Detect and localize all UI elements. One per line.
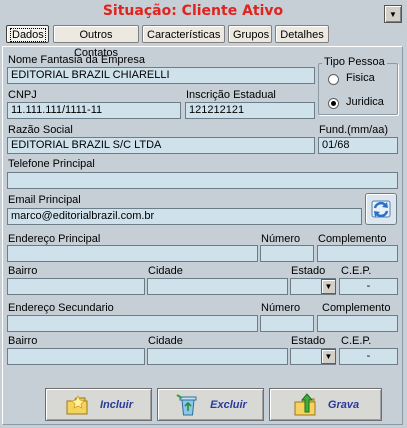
- nome-fantasia-label: Nome Fantasia da Empresa: [8, 54, 145, 66]
- juridica-label: Juridica: [346, 96, 384, 108]
- estado-secundario-label: Estado: [291, 335, 326, 347]
- recycle-bin-icon: [176, 393, 197, 415]
- cidade-secundario-label: Cidade: [148, 335, 183, 347]
- complemento-principal-field[interactable]: [317, 245, 398, 262]
- bairro-principal-field[interactable]: [7, 278, 145, 295]
- tab-dados[interactable]: Dados: [6, 25, 49, 43]
- fundacao-label: Fund.(mm/aa): [319, 124, 389, 136]
- estado-principal-dropdown-button[interactable]: ▼: [321, 279, 336, 294]
- numero-secundario-field[interactable]: [260, 315, 314, 332]
- chevron-down-icon: ▼: [324, 282, 333, 291]
- complemento-secundario-label: Complemento: [322, 302, 391, 314]
- refresh-icon: [371, 200, 391, 218]
- tipo-pessoa-label: Tipo Pessoa: [322, 56, 387, 68]
- endereco-secundario-label: Endereço Secundario: [8, 302, 114, 314]
- inscricao-estadual-label: Inscrição Estadual: [186, 89, 276, 101]
- estado-principal-label: Estado: [291, 265, 326, 277]
- inscricao-estadual-field[interactable]: 121212121: [185, 102, 315, 119]
- cidade-principal-field[interactable]: [147, 278, 288, 295]
- bairro-secundario-label: Bairro: [8, 335, 38, 347]
- bairro-secundario-field[interactable]: [7, 348, 145, 365]
- cnpj-label: CNPJ: [8, 89, 37, 101]
- telefone-label: Telefone Principal: [8, 158, 95, 170]
- refresh-email-button[interactable]: [365, 193, 397, 225]
- status-title: Situação: Cliente Ativo: [102, 3, 284, 19]
- cidade-secundario-field[interactable]: [147, 348, 288, 365]
- nome-fantasia-field[interactable]: EDITORIAL BRAZIL CHIARELLI: [7, 67, 315, 84]
- complemento-secundario-field[interactable]: [317, 315, 398, 332]
- incluir-button[interactable]: Incluir: [45, 388, 152, 421]
- cep-secundario-field[interactable]: -: [339, 348, 398, 365]
- tab-caracteristicas[interactable]: Características: [142, 25, 225, 43]
- add-folder-icon: [66, 394, 88, 414]
- chevron-down-icon: ▼: [324, 352, 333, 361]
- cep-principal-field[interactable]: -: [339, 278, 398, 295]
- grava-button[interactable]: Grava: [269, 388, 382, 421]
- tab-outros-contatos[interactable]: Outros Contatos: [53, 25, 139, 59]
- fisica-label: Fisica: [346, 72, 375, 84]
- endereco-principal-field[interactable]: [7, 245, 258, 262]
- chevron-down-icon: ▼: [389, 9, 397, 19]
- razao-social-label: Razão Social: [8, 124, 73, 136]
- radio-juridica[interactable]: [328, 98, 339, 109]
- cidade-principal-label: Cidade: [148, 265, 183, 277]
- status-dropdown-button[interactable]: ▼: [384, 5, 402, 23]
- estado-secundario-dropdown-button[interactable]: ▼: [321, 349, 336, 364]
- excluir-button[interactable]: Excluir: [157, 388, 264, 421]
- radio-fisica[interactable]: [328, 74, 339, 85]
- cep-principal-label: C.E.P.: [341, 265, 372, 277]
- endereco-principal-label: Endereço Principal: [8, 233, 101, 245]
- telefone-field[interactable]: [7, 172, 398, 189]
- save-folder-icon: [294, 392, 316, 415]
- tab-detalhes[interactable]: Detalhes: [275, 25, 329, 43]
- numero-principal-field[interactable]: [260, 245, 314, 262]
- cep-secundario-label: C.E.P.: [341, 335, 372, 347]
- razao-social-field[interactable]: EDITORIAL BRAZIL S/C LTDA: [7, 137, 315, 154]
- bairro-principal-label: Bairro: [8, 265, 38, 277]
- complemento-principal-label: Complemento: [318, 233, 387, 245]
- tab-grupos[interactable]: Grupos: [228, 25, 272, 43]
- numero-principal-label: Número: [261, 233, 301, 245]
- email-label: Email Principal: [8, 194, 81, 206]
- email-field[interactable]: marco@editorialbrazil.com.br: [7, 208, 362, 225]
- fundacao-field[interactable]: 01/68: [318, 137, 398, 154]
- numero-secundario-label: Número: [261, 302, 301, 314]
- endereco-secundario-field[interactable]: [7, 315, 258, 332]
- cnpj-field[interactable]: 11.111.111/1111-11: [7, 102, 181, 119]
